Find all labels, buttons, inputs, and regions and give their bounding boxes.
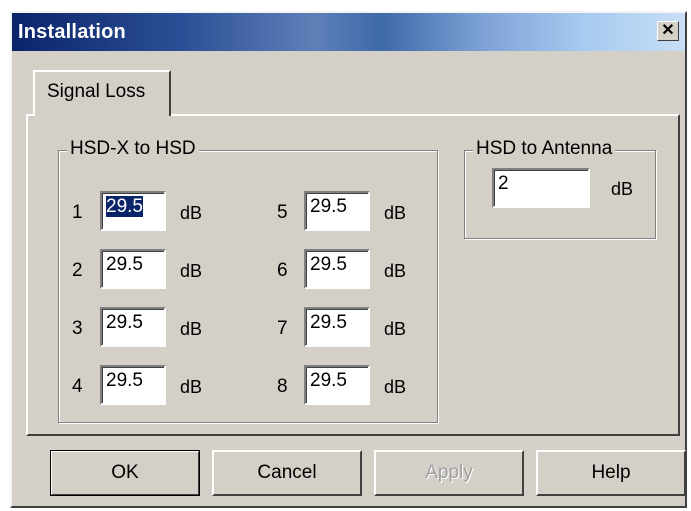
hsdx-to-hsd-group: HSD-X to HSD 1 29.5 dB 2 29.5 dB 3 29.5 … [58,138,438,423]
hsdx-field-5-value: 29.5 [310,196,347,217]
row-label-8: 8 [277,376,288,397]
unit-label-4: dB [180,377,203,397]
row-label-7: 7 [277,318,288,339]
close-icon: ✕ [661,22,675,39]
row-label-1: 1 [72,202,83,223]
window-title: Installation [18,21,126,43]
hsdx-field-2[interactable]: 29.5 [100,249,166,289]
hsdx-group-legend: HSD-X to HSD [67,138,199,160]
hsd-to-antenna-group: HSD to Antenna 2 dB [464,138,656,239]
hsdx-field-2-value: 29.5 [106,254,143,275]
tab-signal-loss-label: Signal Loss [47,81,146,102]
apply-button[interactable]: Apply [374,450,524,496]
antenna-group-legend: HSD to Antenna [473,138,616,160]
hsdx-field-8[interactable]: 29.5 [304,365,370,405]
unit-label-7: dB [384,319,407,339]
hsdx-field-1-value: 29.5 [106,196,143,217]
unit-label-3: dB [180,319,203,339]
cancel-button[interactable]: Cancel [212,450,362,496]
row-label-2: 2 [72,260,83,281]
row-label-5: 5 [277,202,288,223]
row-label-3: 3 [72,318,83,339]
hsdx-field-4-value: 29.5 [106,370,143,391]
hsdx-field-7-value: 29.5 [310,312,347,333]
title-bar[interactable]: Installation ✕ [12,13,685,51]
row-label-6: 6 [277,260,288,281]
antenna-unit-label: dB [611,179,634,199]
signal-loss-panel: HSD-X to HSD 1 29.5 dB 2 29.5 dB 3 29.5 … [26,114,680,436]
unit-label-5: dB [384,203,407,223]
unit-label-1: dB [180,203,203,223]
tab-signal-loss[interactable]: Signal Loss [33,70,171,116]
hsdx-field-1[interactable]: 29.5 [100,191,166,231]
hsdx-field-7[interactable]: 29.5 [304,307,370,347]
hsdx-field-3-value: 29.5 [106,312,143,333]
ok-button[interactable]: OK [50,450,200,496]
row-label-4: 4 [72,376,83,397]
hsdx-field-6[interactable]: 29.5 [304,249,370,289]
hsdx-field-3[interactable]: 29.5 [100,307,166,347]
close-button[interactable]: ✕ [657,21,679,41]
unit-label-6: dB [384,261,407,281]
antenna-field[interactable]: 2 [492,168,590,208]
hsdx-field-5[interactable]: 29.5 [304,191,370,231]
hsdx-field-4[interactable]: 29.5 [100,365,166,405]
help-button[interactable]: Help [536,450,686,496]
installation-dialog: Installation ✕ Signal Loss HSD-X to HSD … [10,11,687,508]
hsdx-field-6-value: 29.5 [310,254,347,275]
unit-label-8: dB [384,377,407,397]
antenna-field-value: 2 [498,173,509,194]
hsdx-field-8-value: 29.5 [310,370,347,391]
unit-label-2: dB [180,261,203,281]
